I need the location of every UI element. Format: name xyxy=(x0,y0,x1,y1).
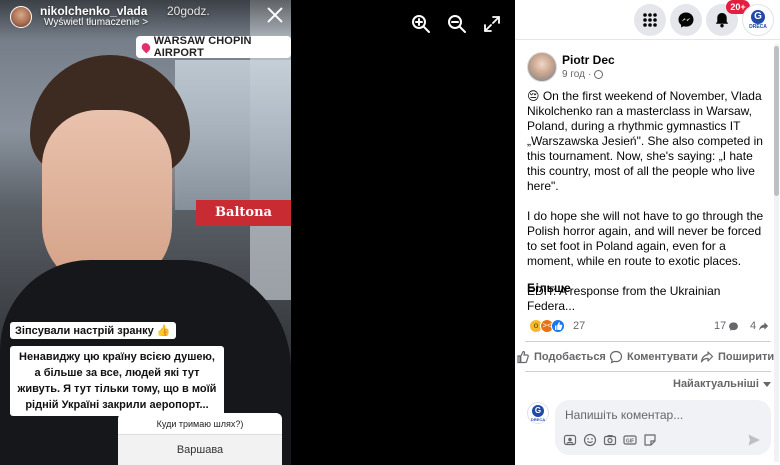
grid-icon xyxy=(643,13,657,27)
post-paragraph: 😔 On the first weekend of November, Vlad… xyxy=(527,89,763,193)
share-label: Поширити xyxy=(718,351,775,363)
reaction-icons[interactable]: o >< xyxy=(529,319,565,333)
messenger-button[interactable] xyxy=(670,4,702,36)
brand-logo-icon: G xyxy=(532,404,544,417)
comment-bubble-icon xyxy=(729,321,739,331)
story-avatar[interactable] xyxy=(10,6,32,28)
like-reaction-icon xyxy=(551,319,565,333)
sticker-icon[interactable] xyxy=(643,433,657,447)
story-question-box: Куди тримаю шлях?) Варшава xyxy=(118,413,282,465)
story-bg-sign: Baltona xyxy=(196,200,291,226)
comment-sort-dropdown[interactable]: Найактуальніші xyxy=(673,378,771,390)
brand-logo-text: DRECA xyxy=(530,416,546,422)
location-pin-icon xyxy=(139,41,152,53)
divider xyxy=(525,341,771,342)
messenger-icon xyxy=(678,12,694,28)
camera-icon[interactable] xyxy=(603,433,617,447)
story-sticker-text: Ненавиджу цю країну всією душею, а більш… xyxy=(10,346,224,416)
emoji-icon[interactable] xyxy=(583,433,597,447)
comment-count[interactable]: 17 xyxy=(714,320,739,332)
brand-logo-text: DRECA xyxy=(749,24,767,30)
bell-icon xyxy=(715,13,729,28)
zoom-in-icon[interactable] xyxy=(411,14,431,34)
post-paragraph: I do hope she will not have to go throug… xyxy=(527,209,764,268)
divider xyxy=(525,371,771,372)
like-button[interactable]: Подобається xyxy=(516,350,606,364)
comment-input[interactable] xyxy=(565,406,755,424)
avatar-sticker-icon[interactable] xyxy=(563,433,577,447)
story-bg-window xyxy=(175,60,291,210)
comment-label: Коментувати xyxy=(627,351,698,363)
story-username[interactable]: nikolchenko_vlada xyxy=(40,4,147,18)
story-time: 20godz. xyxy=(167,4,210,18)
story-sticker-mood: Зіпсували настрій зранку 👍 xyxy=(10,322,176,339)
post-author-name[interactable]: Piotr Dec xyxy=(562,53,615,67)
share-arrow-icon xyxy=(759,321,769,330)
profile-avatar-button[interactable]: G DRECA xyxy=(742,4,774,36)
reaction-count[interactable]: 27 xyxy=(573,320,585,332)
like-label: Подобається xyxy=(534,351,606,363)
see-more-link[interactable]: Більше xyxy=(527,281,571,295)
menu-grid-button[interactable] xyxy=(634,4,666,36)
commenter-avatar: G DRECA xyxy=(527,402,549,424)
story-question: Куди тримаю шлях?) xyxy=(118,413,282,435)
globe-icon xyxy=(594,70,604,79)
close-icon[interactable] xyxy=(263,4,287,28)
share-count-value: 4 xyxy=(750,320,757,332)
thumbs-up-icon xyxy=(517,350,529,364)
comment-icon xyxy=(609,350,623,364)
share-button[interactable]: Поширити xyxy=(700,350,774,364)
gif-icon[interactable]: GIF xyxy=(623,433,637,447)
story-image: Baltona nikolchenko_vlada 20godz. Wyświe… xyxy=(0,0,291,465)
post-meta: 9 год · xyxy=(562,69,604,80)
scrollbar-thumb[interactable] xyxy=(774,46,779,196)
fullscreen-icon[interactable] xyxy=(482,14,502,34)
location-label: WARSAW CHOPIN AIRPORT xyxy=(153,35,252,59)
media-viewer: Baltona nikolchenko_vlada 20godz. Wyświe… xyxy=(0,0,515,465)
post-author-avatar[interactable] xyxy=(527,52,557,82)
location-tag[interactable]: WARSAW CHOPIN AIRPORT xyxy=(136,35,291,59)
share-count[interactable]: 4 xyxy=(750,320,769,332)
zoom-out-icon[interactable] xyxy=(447,14,467,34)
story-translate-link[interactable]: Wyświetl tłumaczenie > xyxy=(44,17,148,28)
comment-tools: GIF xyxy=(563,433,657,447)
separator-dot: · xyxy=(587,69,592,80)
brand-logo-icon: G xyxy=(751,10,765,24)
comment-button[interactable]: Коментувати xyxy=(609,350,698,364)
chevron-down-icon xyxy=(762,381,771,387)
story-answer: Варшава xyxy=(118,435,282,465)
post-time[interactable]: 9 год xyxy=(562,69,585,80)
app-root: Baltona nikolchenko_vlada 20godz. Wyświe… xyxy=(0,0,780,465)
share-icon xyxy=(700,351,714,363)
comment-count-value: 17 xyxy=(714,320,727,332)
send-icon[interactable] xyxy=(747,433,761,447)
svg-text:GIF: GIF xyxy=(626,438,634,444)
sort-label: Найактуальніші xyxy=(673,378,759,390)
